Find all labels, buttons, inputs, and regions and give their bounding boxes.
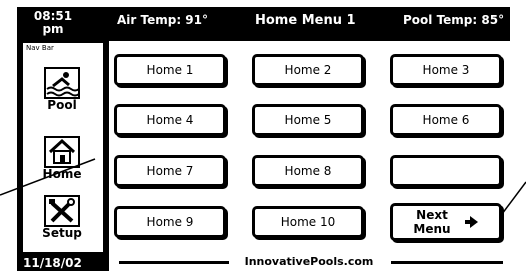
home-3-button[interactable]: Home 3 xyxy=(390,54,502,86)
nav-item-setup[interactable]: Setup xyxy=(29,195,95,240)
home-10-button[interactable]: Home 10 xyxy=(252,206,364,238)
nav-item-label: Setup xyxy=(42,226,82,240)
next-menu-button[interactable]: Next Menu xyxy=(390,203,502,241)
home-2-button[interactable]: Home 2 xyxy=(252,54,364,86)
swimmer-icon xyxy=(44,67,80,99)
home-8-button[interactable]: Home 8 xyxy=(252,155,364,187)
home-1-button[interactable]: Home 1 xyxy=(114,54,226,86)
next-pointer-line xyxy=(501,181,526,215)
pool-temp: Pool Temp: 85° xyxy=(403,13,505,27)
nav-pointer-line xyxy=(0,158,96,196)
home-5-button[interactable]: Home 5 xyxy=(252,104,364,136)
arrow-right-icon xyxy=(464,216,478,228)
header-bar: 08:51 pm Air Temp: 91° Home Menu 1 Pool … xyxy=(17,7,510,41)
menu-title: Home Menu 1 xyxy=(255,13,356,28)
touchscreen: 08:51 pm Air Temp: 91° Home Menu 1 Pool … xyxy=(17,7,510,271)
home-9-button[interactable]: Home 9 xyxy=(114,206,226,238)
footer-divider xyxy=(391,261,503,264)
blank-button[interactable] xyxy=(390,155,502,187)
next-menu-label: Next Menu xyxy=(413,208,451,236)
air-temp: Air Temp: 91° xyxy=(117,13,208,27)
site-url: InnovativePools.com xyxy=(229,255,389,268)
home-6-button[interactable]: Home 6 xyxy=(390,104,502,136)
nav-item-pool[interactable]: Pool xyxy=(29,67,95,112)
nav-bar-label: Nav Bar xyxy=(26,44,54,52)
footer-divider xyxy=(119,261,229,264)
date-display: 11/18/02 xyxy=(23,256,82,270)
menu-panel: Home 1 Home 2 Home 3 Home 4 Home 5 Home … xyxy=(109,41,510,271)
nav-item-label: Pool xyxy=(47,98,77,112)
home-7-button[interactable]: Home 7 xyxy=(114,155,226,187)
home-4-button[interactable]: Home 4 xyxy=(114,104,226,136)
clock-time: 08:51 pm xyxy=(33,9,73,36)
nav-bar: Nav Bar Pool Home Setup xyxy=(21,41,105,254)
